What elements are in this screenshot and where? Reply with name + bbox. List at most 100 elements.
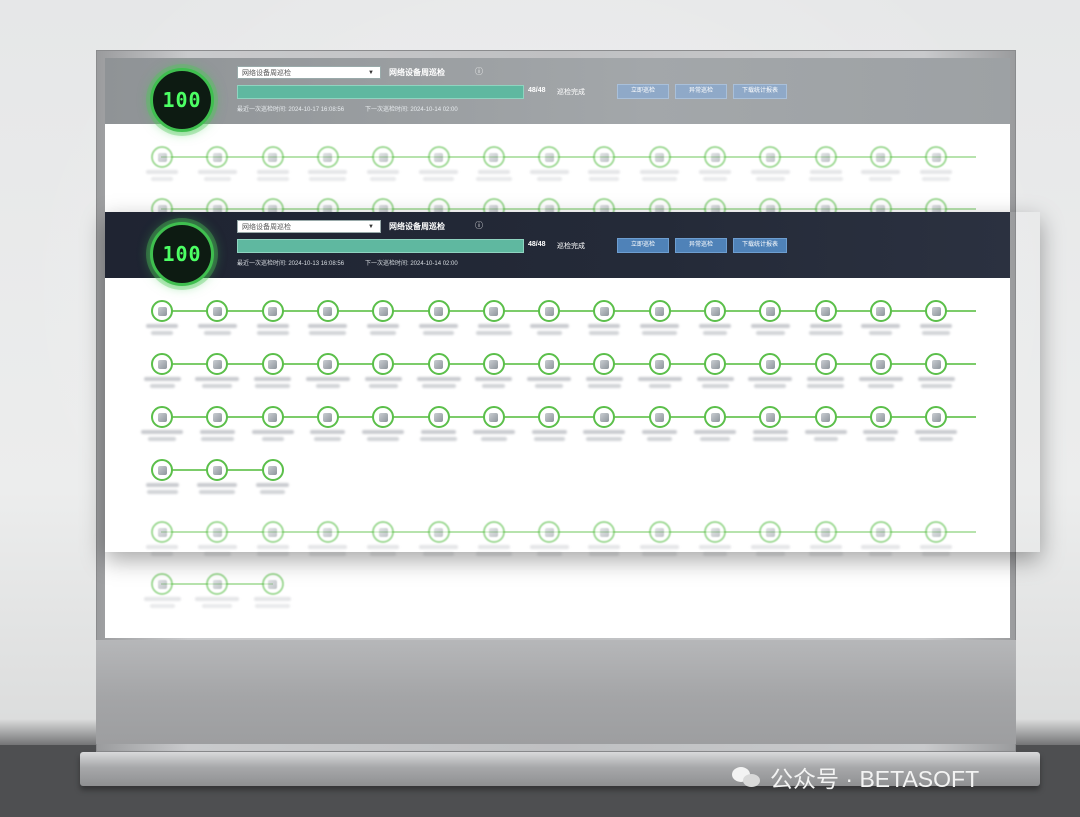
device-label bbox=[748, 377, 793, 381]
device-label bbox=[146, 170, 178, 174]
device-node[interactable] bbox=[814, 300, 837, 322]
task-select[interactable]: 网络设备周巡检 ▼ bbox=[237, 220, 381, 233]
run-now-button[interactable]: 立即巡检 bbox=[617, 84, 669, 99]
exception-inspect-button[interactable]: 异常巡检 bbox=[675, 84, 727, 99]
device-sublabel bbox=[867, 384, 894, 388]
device-node[interactable] bbox=[151, 573, 173, 595]
device-node[interactable] bbox=[261, 573, 284, 595]
device-node[interactable] bbox=[704, 353, 726, 375]
device-node[interactable] bbox=[206, 146, 229, 168]
task-select[interactable]: 网络设备周巡检 ▼ bbox=[237, 66, 381, 79]
device-node[interactable] bbox=[261, 353, 284, 375]
device-node[interactable] bbox=[151, 353, 173, 375]
download-report-button[interactable]: 下载统计报表 bbox=[733, 238, 787, 253]
device-label bbox=[807, 377, 845, 381]
device-node[interactable] bbox=[372, 146, 395, 168]
device-sublabel bbox=[642, 331, 678, 335]
device-node[interactable] bbox=[316, 406, 339, 428]
device-label bbox=[529, 170, 569, 174]
device-node[interactable] bbox=[206, 353, 229, 375]
device-node[interactable] bbox=[372, 406, 395, 428]
device-node[interactable] bbox=[261, 406, 284, 428]
device-node[interactable] bbox=[814, 353, 837, 375]
device-node[interactable] bbox=[206, 573, 229, 595]
device-node[interactable] bbox=[151, 300, 173, 322]
device-node[interactable] bbox=[648, 406, 671, 428]
device-node[interactable] bbox=[925, 353, 948, 375]
task-title: 网络设备周巡检 bbox=[389, 68, 445, 77]
wechat-icon bbox=[732, 765, 762, 789]
progress-count: 48/48 bbox=[528, 87, 546, 94]
download-report-button[interactable]: 下载统计报表 bbox=[733, 84, 787, 99]
device-node[interactable] bbox=[206, 300, 229, 322]
device-node[interactable] bbox=[261, 146, 284, 168]
device-sublabel bbox=[808, 177, 843, 181]
device-sublabel bbox=[315, 384, 340, 388]
device-node[interactable] bbox=[482, 300, 505, 322]
device-node[interactable] bbox=[925, 146, 948, 168]
device-sublabel bbox=[536, 331, 562, 335]
device-sublabel bbox=[146, 490, 178, 494]
device-node[interactable] bbox=[261, 459, 284, 481]
device-node[interactable] bbox=[316, 353, 339, 375]
device-node[interactable] bbox=[925, 406, 948, 428]
device-node[interactable] bbox=[427, 406, 450, 428]
device-node[interactable] bbox=[427, 353, 450, 375]
device-node[interactable] bbox=[869, 406, 892, 428]
device-node[interactable] bbox=[648, 300, 671, 322]
device-sublabel bbox=[309, 331, 347, 335]
device-node[interactable] bbox=[316, 146, 339, 168]
device-node[interactable] bbox=[593, 353, 616, 375]
display-stand-panel bbox=[96, 640, 1016, 744]
device-node[interactable] bbox=[482, 406, 505, 428]
run-now-button[interactable]: 立即巡检 bbox=[617, 238, 669, 253]
info-icon[interactable]: ⓘ bbox=[475, 66, 483, 77]
device-node[interactable] bbox=[704, 300, 726, 322]
device-node[interactable] bbox=[151, 406, 173, 428]
device-sublabel bbox=[423, 177, 454, 181]
device-node[interactable] bbox=[151, 146, 173, 168]
device-node[interactable] bbox=[151, 459, 173, 481]
device-sublabel bbox=[475, 177, 512, 181]
device-sublabel bbox=[535, 384, 564, 388]
device-sublabel bbox=[148, 437, 176, 441]
device-node[interactable] bbox=[648, 353, 671, 375]
device-node[interactable] bbox=[538, 300, 561, 322]
device-node[interactable] bbox=[427, 146, 450, 168]
device-node[interactable] bbox=[925, 300, 948, 322]
device-node[interactable] bbox=[593, 300, 616, 322]
device-node[interactable] bbox=[261, 300, 284, 322]
device-node[interactable] bbox=[759, 146, 782, 168]
device-sublabel bbox=[922, 331, 951, 335]
device-node[interactable] bbox=[759, 300, 782, 322]
device-node[interactable] bbox=[316, 300, 339, 322]
device-sublabel bbox=[807, 384, 845, 388]
device-node[interactable] bbox=[206, 459, 229, 481]
device-node[interactable] bbox=[814, 146, 837, 168]
device-node[interactable] bbox=[648, 146, 671, 168]
device-node[interactable] bbox=[759, 353, 782, 375]
device-sublabel bbox=[200, 437, 234, 441]
device-node[interactable] bbox=[372, 353, 395, 375]
device-node[interactable] bbox=[704, 406, 726, 428]
device-node[interactable] bbox=[704, 146, 726, 168]
device-node[interactable] bbox=[814, 406, 837, 428]
info-icon[interactable]: ⓘ bbox=[475, 220, 483, 231]
device-label bbox=[197, 483, 238, 487]
exception-inspect-button[interactable]: 异常巡检 bbox=[675, 238, 727, 253]
device-node[interactable] bbox=[869, 353, 892, 375]
device-node[interactable] bbox=[482, 146, 505, 168]
device-node[interactable] bbox=[593, 146, 616, 168]
device-node[interactable] bbox=[538, 406, 561, 428]
device-sublabel bbox=[482, 384, 506, 388]
device-node[interactable] bbox=[372, 300, 395, 322]
device-node[interactable] bbox=[869, 300, 892, 322]
device-node[interactable] bbox=[538, 353, 561, 375]
device-node[interactable] bbox=[206, 406, 229, 428]
device-node[interactable] bbox=[593, 406, 616, 428]
device-node[interactable] bbox=[869, 146, 892, 168]
device-node[interactable] bbox=[482, 353, 505, 375]
device-node[interactable] bbox=[759, 406, 782, 428]
device-node[interactable] bbox=[538, 146, 561, 168]
device-node[interactable] bbox=[427, 300, 450, 322]
